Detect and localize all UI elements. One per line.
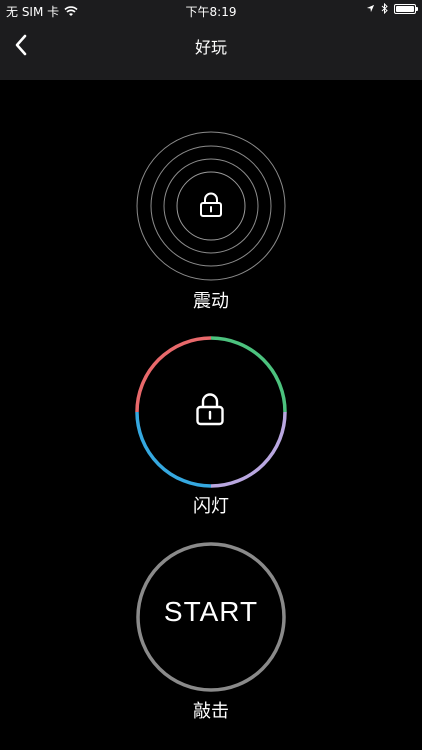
page-title: 好玩 (194, 38, 227, 57)
start-button[interactable]: START (134, 540, 288, 694)
vibration-label: 震动 (193, 291, 229, 312)
navigation-bar: 好玩 (0, 22, 422, 80)
knock-label: 敲击 (193, 701, 229, 722)
location-arrow-icon (366, 4, 375, 13)
status-right (366, 3, 418, 14)
battery-icon (394, 3, 418, 14)
flash-button[interactable] (134, 335, 288, 489)
lock-icon (200, 192, 222, 217)
flash-label: 闪灯 (193, 496, 229, 517)
vibration-button[interactable] (134, 130, 288, 284)
status-bar: 无 SIM 卡 下午8:19 (0, 0, 422, 22)
bluetooth-icon (381, 3, 388, 14)
lock-icon (196, 393, 224, 426)
status-time: 下午8:19 (185, 5, 237, 19)
start-button-label: START (163, 596, 259, 627)
